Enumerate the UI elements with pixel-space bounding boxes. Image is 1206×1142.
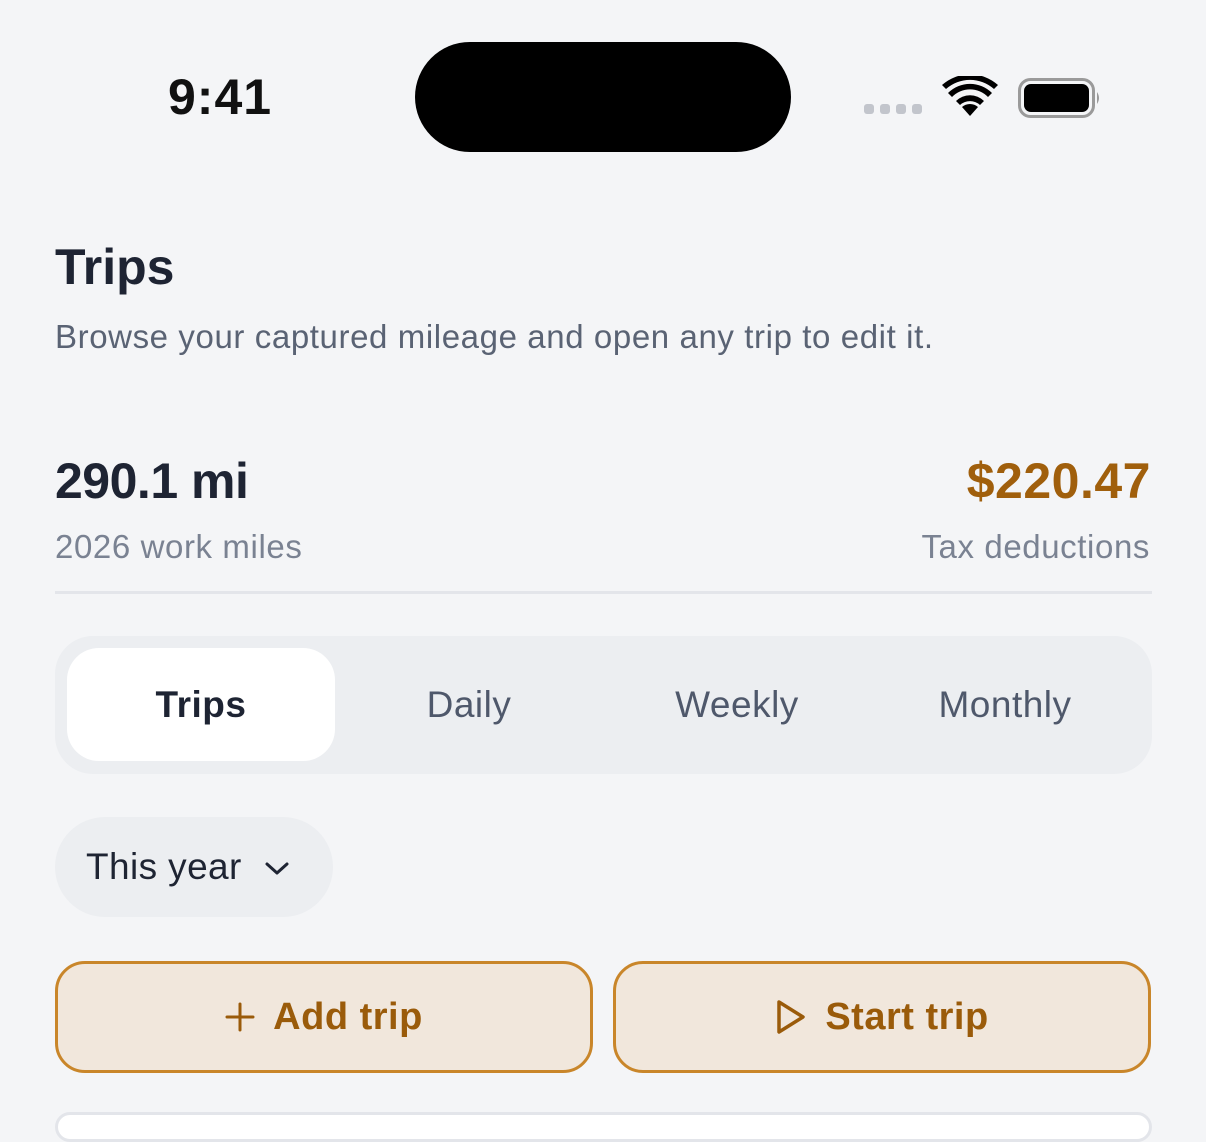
tax-deduction-label: Tax deductions [921,528,1150,565]
play-icon [777,1000,806,1034]
start-trip-label: Start trip [825,995,989,1038]
trip-list-card [55,1112,1152,1142]
page-subtitle: Browse your captured mileage and open an… [55,318,934,355]
tax-deduction-value: $220.47 [966,453,1151,509]
add-trip-button[interactable]: Add trip [55,961,593,1073]
period-filter-dropdown[interactable]: This year [55,817,333,917]
period-filter-label: This year [86,846,242,887]
work-miles-label: 2026 work miles [55,528,303,565]
tab-daily[interactable]: Daily [335,648,603,761]
status-bar: 9:41 [0,0,1206,190]
wifi-icon [942,76,998,116]
cellular-signal-icon [864,104,922,114]
add-trip-label: Add trip [273,995,423,1038]
battery-icon [1018,78,1099,118]
view-segmented-control: Trips Daily Weekly Monthly [55,636,1152,774]
tab-monthly[interactable]: Monthly [871,648,1139,761]
start-trip-button[interactable]: Start trip [613,961,1151,1073]
plus-icon [225,1002,255,1032]
tab-trips[interactable]: Trips [67,648,335,761]
chevron-down-icon [265,862,289,875]
status-time: 9:41 [168,69,273,125]
work-miles-value: 290.1 mi [55,453,249,509]
page-title: Trips [55,239,175,295]
dynamic-island [415,42,791,152]
divider [55,591,1152,594]
tab-weekly[interactable]: Weekly [603,648,871,761]
